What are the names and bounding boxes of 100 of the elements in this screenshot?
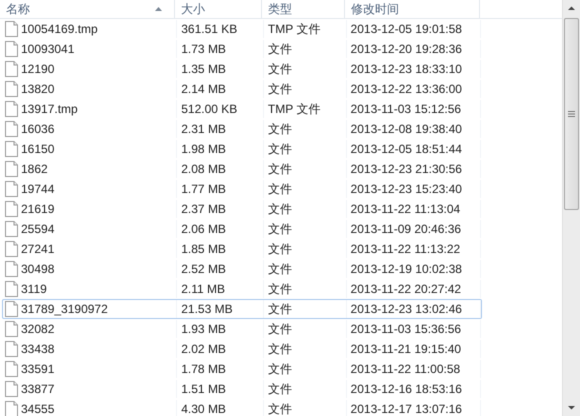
file-type: 文件 xyxy=(268,380,292,398)
file-row[interactable]: 27241 1.85 MB 文件 2013-11-22 11:13:22 xyxy=(2,239,482,259)
file-name: 27241 xyxy=(21,242,54,256)
file-name: 3119 xyxy=(21,282,47,296)
file-type: 文件 xyxy=(268,60,292,78)
file-row[interactable]: 33877 1.51 MB 文件 2013-12-16 18:53:16 xyxy=(2,379,482,399)
file-size: 21.53 MB xyxy=(181,302,233,316)
file-size: 2.14 MB xyxy=(181,82,226,96)
modified-date: 2013-11-21 19:15:40 xyxy=(350,342,462,356)
file-size: 1.93 MB xyxy=(181,322,226,336)
file-type: 文件 xyxy=(268,120,292,138)
file-size: 2.37 MB xyxy=(181,202,226,216)
file-row[interactable]: 3119 2.11 MB 文件 2013-11-22 20:27:42 xyxy=(2,279,482,299)
file-icon xyxy=(5,161,18,177)
file-size: 1.98 MB xyxy=(181,142,226,156)
file-icon xyxy=(5,181,18,197)
modified-date: 2013-12-08 19:38:40 xyxy=(350,122,462,136)
file-type: 文件 xyxy=(268,200,292,218)
modified-date: 2013-12-23 13:02:46 xyxy=(350,302,462,316)
file-type: 文件 xyxy=(268,180,292,198)
modified-date: 2013-12-23 21:30:56 xyxy=(350,162,462,176)
file-name: 31789_3190972 xyxy=(21,302,108,316)
file-type: 文件 xyxy=(268,40,292,58)
file-icon xyxy=(5,381,18,397)
file-name: 16150 xyxy=(21,142,54,156)
file-size: 2.08 MB xyxy=(181,162,226,176)
modified-date: 2013-12-22 13:36:00 xyxy=(350,82,462,96)
modified-date: 2013-11-22 11:13:04 xyxy=(350,202,460,216)
file-icon xyxy=(5,21,18,37)
file-type: TMP 文件 xyxy=(268,20,320,38)
column-header[interactable]: 修改时间 xyxy=(345,0,480,18)
file-icon xyxy=(5,341,18,357)
file-type: 文件 xyxy=(268,300,292,318)
file-size: 1.85 MB xyxy=(181,242,226,256)
modified-date: 2013-12-16 18:53:16 xyxy=(350,382,462,396)
file-row[interactable]: 10054169.tmp 361.51 KB TMP 文件 2013-12-05 19:01:58 xyxy=(2,19,482,39)
modified-date: 2013-11-22 11:00:58 xyxy=(350,362,460,376)
file-row[interactable]: 13820 2.14 MB 文件 2013-12-22 13:36:00 xyxy=(2,79,482,99)
modified-date: 2013-11-09 20:46:36 xyxy=(350,222,462,236)
file-type: 文件 xyxy=(268,80,292,98)
modified-date: 2013-11-22 11:13:22 xyxy=(350,242,460,256)
file-row[interactable]: 33438 2.02 MB 文件 2013-11-21 19:15:40 xyxy=(2,339,482,359)
modified-date: 2013-11-03 15:12:56 xyxy=(350,102,462,116)
file-name: 10093041 xyxy=(21,42,74,56)
file-icon xyxy=(5,141,18,157)
file-name: 25594 xyxy=(21,222,54,236)
file-size: 1.51 MB xyxy=(181,382,226,396)
file-row[interactable]: 31789_3190972 21.53 MB 文件 2013-12-23 13:02:46 xyxy=(2,299,482,319)
file-icon xyxy=(5,41,18,57)
file-row[interactable]: 34555 4.30 MB 文件 2013-12-17 13:07:16 xyxy=(2,399,482,416)
file-type: 文件 xyxy=(268,160,292,178)
file-row[interactable]: 1862 2.08 MB 文件 2013-12-23 21:30:56 xyxy=(2,159,482,179)
file-name: 1862 xyxy=(21,162,48,176)
file-row[interactable]: 33591 1.78 MB 文件 2013-11-22 11:00:58 xyxy=(2,359,482,379)
grip-icon xyxy=(568,111,575,117)
file-size: 1.35 MB xyxy=(181,62,226,76)
file-icon xyxy=(5,321,18,337)
file-row[interactable]: 16036 2.31 MB 文件 2013-12-08 19:38:40 xyxy=(2,119,482,139)
file-icon xyxy=(5,361,18,377)
file-row[interactable]: 32082 1.93 MB 文件 2013-11-03 15:36:56 xyxy=(2,319,482,339)
file-size: 4.30 MB xyxy=(181,402,226,416)
file-size: 2.02 MB xyxy=(181,342,226,356)
column-header[interactable]: 名称 xyxy=(0,0,175,18)
file-size: 361.51 KB xyxy=(181,22,238,36)
file-row[interactable]: 19744 1.77 MB 文件 2013-12-23 15:23:40 xyxy=(2,179,482,199)
file-icon xyxy=(5,261,18,277)
file-name: 13917.tmp xyxy=(21,102,78,116)
column-header[interactable]: 大小 xyxy=(175,0,262,18)
file-row[interactable]: 21619 2.37 MB 文件 2013-11-22 11:13:04 xyxy=(2,199,482,219)
file-row[interactable]: 16150 1.98 MB 文件 2013-12-05 18:51:44 xyxy=(2,139,482,159)
file-name: 16036 xyxy=(21,122,54,136)
file-row[interactable]: 13917.tmp 512.00 KB TMP 文件 2013-11-03 15:12:56 xyxy=(2,99,482,119)
file-name: 12190 xyxy=(21,62,54,76)
file-row[interactable]: 30498 2.52 MB 文件 2013-12-19 10:02:38 xyxy=(2,259,482,279)
file-icon xyxy=(5,281,18,297)
modified-date: 2013-12-05 18:51:44 xyxy=(350,142,462,156)
file-size: 1.78 MB xyxy=(181,362,226,376)
file-icon xyxy=(5,221,18,237)
scroll-thumb[interactable] xyxy=(564,18,579,210)
modified-date: 2013-12-19 10:02:38 xyxy=(350,262,462,276)
file-name: 33438 xyxy=(21,342,54,356)
file-name: 34555 xyxy=(21,402,54,416)
modified-date: 2013-11-22 20:27:42 xyxy=(350,282,462,296)
file-row[interactable]: 25594 2.06 MB 文件 2013-11-09 20:46:36 xyxy=(2,219,482,239)
file-size: 2.52 MB xyxy=(181,262,226,276)
file-type: TMP 文件 xyxy=(268,100,320,118)
column-header[interactable]: 类型 xyxy=(262,0,345,18)
file-type: 文件 xyxy=(268,360,292,378)
file-size: 512.00 KB xyxy=(181,102,238,116)
file-row[interactable]: 12190 1.35 MB 文件 2013-12-23 18:33:10 xyxy=(2,59,482,79)
file-size: 1.77 MB xyxy=(181,182,226,196)
file-size: 2.06 MB xyxy=(181,222,226,236)
file-row[interactable]: 10093041 1.73 MB 文件 2013-12-20 19:28:36 xyxy=(2,39,482,59)
file-type: 文件 xyxy=(268,220,292,238)
file-name: 33591 xyxy=(21,362,54,376)
file-type: 文件 xyxy=(268,140,292,158)
vertical-scrollbar[interactable] xyxy=(562,0,580,416)
file-icon xyxy=(5,61,18,77)
file-name: 32082 xyxy=(21,322,54,336)
file-icon xyxy=(5,301,18,317)
